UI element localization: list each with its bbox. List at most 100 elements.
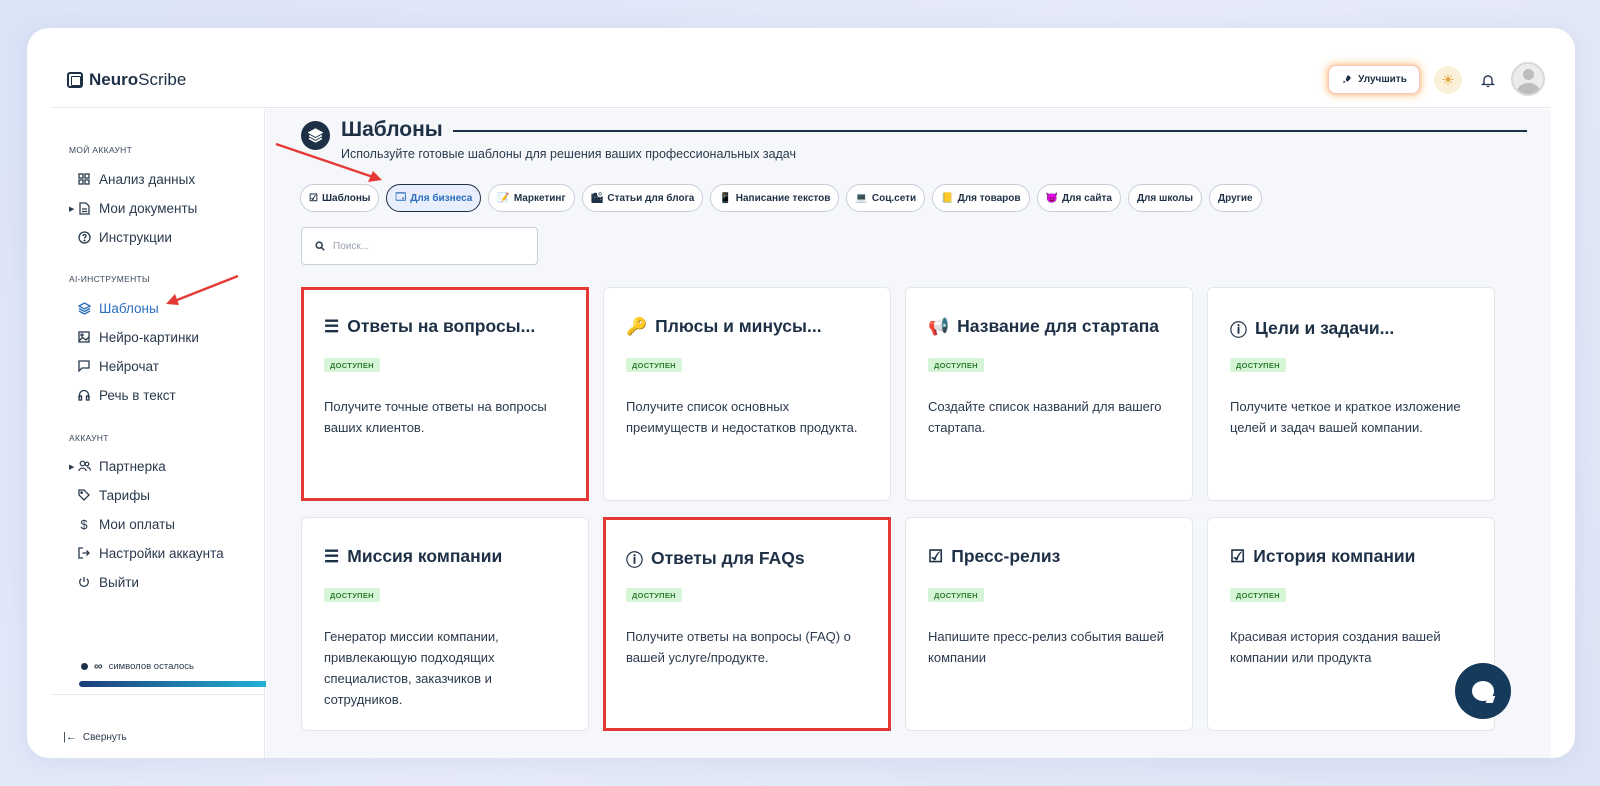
main-content: Шаблоны Используйте готовые шаблоны для … (266, 109, 1551, 758)
category-emoji-icon: 📒 (941, 192, 954, 204)
template-card[interactable]: ☑ История компании ДОСТУПЕН Красивая истори… (1207, 517, 1495, 731)
collapse-label: Свернуть (82, 731, 127, 743)
card-title-row: 🔑 Плюсы и минусы... (626, 316, 822, 337)
tab-label: Для сайта (1061, 192, 1112, 204)
users-icon (77, 459, 91, 473)
expand-caret-icon[interactable]: ▶ (69, 463, 74, 471)
card-description: Получите точные ответы на вопросы ваших … (324, 399, 547, 435)
document-icon (77, 201, 91, 215)
tab-label: Другие (1218, 192, 1253, 204)
templates-grid: ☰ Ответы на вопросы... ДОСТУПЕН Получите то… (301, 287, 1495, 731)
sidebar-item-data-analysis[interactable]: Анализ данных (77, 168, 195, 190)
category-emoji-icon: 💻 (855, 192, 868, 204)
sidebar-item-my-payments[interactable]: $ Мои оплаты (77, 513, 175, 535)
login-icon (77, 546, 91, 560)
power-icon (77, 575, 91, 589)
tab-label: Для школы (1136, 192, 1193, 204)
credits-value: ∞ (94, 659, 103, 673)
sidebar-item-label: Нейро-картинки (99, 329, 199, 345)
logo[interactable]: NeuroScribe (67, 70, 186, 90)
sidebar-item-label: Инструкции (99, 229, 172, 245)
card-description: Напишите пресс-релиз события вашей компа… (928, 629, 1164, 665)
sidebar-item-templates[interactable]: Шаблоны (77, 297, 159, 319)
card-title: Ответы на вопросы... (347, 316, 536, 336)
tag-icon (77, 488, 91, 502)
avatar[interactable] (1511, 62, 1545, 96)
alert-icon: ⓘ (1230, 321, 1247, 340)
chat-widget-button[interactable] (1455, 663, 1511, 719)
upgrade-button[interactable]: Улучшить (1328, 65, 1420, 94)
sidebar-item-neurochat[interactable]: Нейрочат (77, 355, 159, 377)
card-title-row: ☑ Пресс-релиз (928, 546, 1060, 567)
card-title-row: ⓘ Ответы для FAQs (626, 546, 805, 571)
sidebar-item-label: Партнерка (99, 458, 166, 474)
sidebar-item-label: Шаблоны (99, 300, 159, 316)
rocket-icon (1343, 75, 1351, 84)
layers-icon (301, 121, 330, 150)
tab-label: Маркетинг (513, 192, 566, 204)
sidebar-item-my-documents[interactable]: Мои документы (77, 197, 197, 219)
section-ai-tools: AI-ИНСТРУМЕНТЫ (69, 274, 150, 284)
collapse-button[interactable]: |← Свернуть (63, 731, 127, 743)
tab-products[interactable]: 📒 Для товаров (932, 184, 1030, 212)
card-title: Ответы для FAQs (651, 548, 805, 568)
template-card[interactable]: 📢 Название для стартапа ДОСТУПЕН Создайте с… (905, 287, 1193, 501)
sun-icon[interactable]: ☀ (1434, 66, 1462, 94)
sidebar-item-logout[interactable]: Выйти (77, 571, 139, 593)
tab-other[interactable]: Другие (1209, 184, 1262, 212)
search-icon (315, 241, 325, 251)
status-badge: ДОСТУПЕН (928, 588, 984, 602)
tab-copywriting[interactable]: 📱 Написание текстов (710, 184, 840, 212)
card-title: Плюсы и минусы... (655, 316, 822, 336)
checkbox-icon: ☑ (1230, 546, 1246, 566)
tab-marketing[interactable]: 📝 Маркетинг (488, 184, 575, 212)
tab-business[interactable]: 🗔 Для бизнеса (386, 184, 482, 212)
tab-school[interactable]: Для школы (1127, 184, 1202, 212)
sidebar-item-label: Тарифы (99, 487, 151, 503)
category-emoji-icon: 🗔 (395, 191, 407, 203)
tab-website[interactable]: 😈 Для сайта (1036, 184, 1121, 212)
status-badge: ДОСТУПЕН (626, 588, 682, 602)
template-card[interactable]: ⓘ Цели и задачи... ДОСТУПЕН Получите четкое… (1207, 287, 1495, 501)
chat-bubble-icon (1472, 681, 1494, 701)
sidebar-item-label: Выйти (99, 574, 139, 590)
alert-icon: ⓘ (626, 551, 643, 570)
sidebar-item-account-settings[interactable]: Настройки аккаунта (77, 542, 224, 564)
card-title: Название для стартапа (957, 316, 1160, 336)
card-description: Получите список основных преимуществ и н… (626, 399, 858, 435)
sidebar-item-instructions[interactable]: Инструкции (77, 226, 172, 248)
sidebar-item-speech-to-text[interactable]: Речь в текст (77, 384, 176, 406)
list-icon: ☰ (324, 316, 340, 336)
sidebar-item-label: Настройки аккаунта (99, 545, 224, 561)
status-badge: ДОСТУПЕН (324, 588, 380, 602)
category-emoji-icon: 🏙 (590, 192, 604, 204)
card-title-row: ⓘ Цели и задачи... (1230, 316, 1394, 341)
template-card[interactable]: ☰ Миссия компании ДОСТУПЕН Генератор миссии… (301, 517, 589, 731)
top-bar: NeuroScribe Улучшить ☀ (51, 28, 1551, 108)
expand-caret-icon[interactable]: ▶ (69, 205, 74, 213)
tab-social[interactable]: 💻 Соц.сети (846, 184, 926, 212)
help-icon (77, 230, 91, 244)
status-badge: ДОСТУПЕН (928, 358, 984, 372)
template-card[interactable]: ☑ Пресс-релиз ДОСТУПЕН Напишите пресс-релиз… (905, 517, 1193, 731)
search-box[interactable] (301, 227, 538, 265)
sidebar-item-label: Анализ данных (99, 171, 196, 187)
sidebar-item-neuro-images[interactable]: Нейро-картинки (77, 326, 199, 348)
credits-counter: ∞ символов осталось (81, 659, 194, 673)
credits-label: символов осталось (108, 660, 194, 672)
tab-templates[interactable]: ☑ Шаблоны (300, 184, 380, 212)
template-card[interactable]: 🔑 Плюсы и минусы... ДОСТУПЕН Получите списо… (603, 287, 891, 501)
sidebar-item-tariffs[interactable]: Тарифы (77, 484, 150, 506)
sidebar: МОЙ АККАУНТ Анализ данных ▶ Мои документ… (51, 109, 269, 758)
template-card[interactable]: ⓘ Ответы для FAQs ДОСТУПЕН Получите ответы … (603, 517, 891, 731)
template-card[interactable]: ☰ Ответы на вопросы... ДОСТУПЕН Получите то… (301, 287, 589, 501)
search-input[interactable] (333, 240, 523, 252)
card-description: Генератор миссии компании, привлекающую … (324, 629, 499, 707)
tab-blog-articles[interactable]: 🏙 Статьи для блога (581, 184, 704, 212)
dollar-icon: $ (80, 516, 88, 532)
category-emoji-icon: 😈 (1045, 192, 1058, 204)
sidebar-item-partners[interactable]: Партнерка (77, 455, 166, 477)
category-emoji-icon: 📝 (497, 192, 510, 204)
bell-icon[interactable] (1476, 68, 1500, 92)
card-title: Пресс-релиз (951, 546, 1061, 566)
